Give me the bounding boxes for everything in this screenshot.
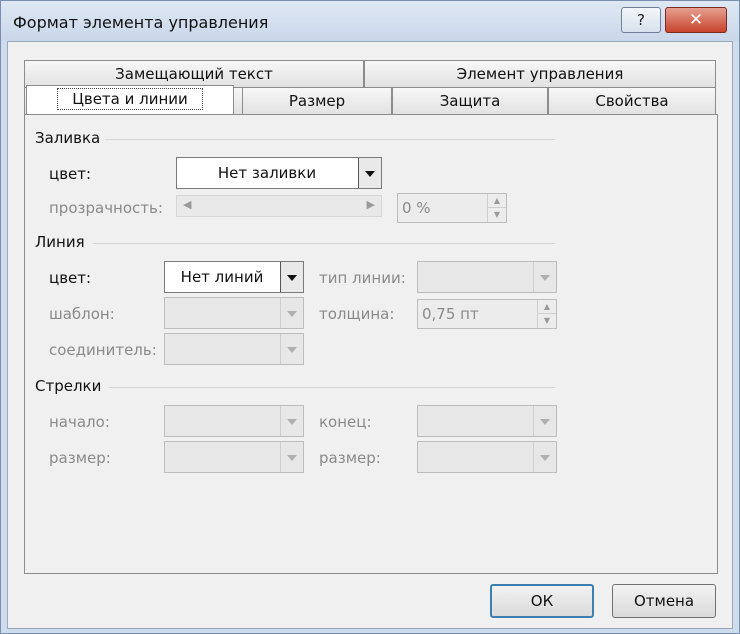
line-heading: Линия (35, 233, 85, 251)
tab-properties[interactable]: Свойства (548, 87, 716, 114)
tab-label: Замещающий текст (115, 65, 273, 83)
title-bar[interactable]: Формат элемента управления ? ✕ (1, 1, 739, 41)
chevron-down-icon[interactable] (280, 298, 303, 328)
arrow-end-size-label: размер: (319, 449, 381, 467)
line-color-dropdown[interactable]: Нет линий (164, 261, 304, 293)
chevron-down-icon[interactable] (533, 406, 556, 436)
transparency-slider[interactable]: ◀ ▶ (176, 195, 382, 217)
fill-color-value: Нет заливки (217, 164, 317, 182)
spin-up-icon[interactable]: ▲ (488, 194, 506, 208)
line-type-dropdown[interactable] (417, 261, 557, 293)
fill-color-label: цвет: (49, 165, 92, 183)
pattern-label: шаблон: (49, 305, 115, 323)
chevron-down-icon[interactable] (280, 334, 303, 364)
line-color-value: Нет линий (180, 268, 264, 286)
arrow-end-label: конец: (319, 413, 372, 431)
chevron-down-icon[interactable] (280, 262, 303, 292)
arrows-heading: Стрелки (35, 377, 102, 395)
spin-down-icon[interactable]: ▼ (488, 208, 506, 222)
cancel-button[interactable]: Отмена (612, 584, 716, 618)
weight-label: толщина: (319, 305, 395, 323)
line-color-label: цвет: (49, 269, 92, 287)
fill-heading: Заливка (35, 129, 101, 147)
tab-label: Защита (439, 92, 501, 110)
tab-size[interactable]: Размер (242, 87, 392, 114)
weight-value: 0,75 пт (422, 305, 479, 323)
spin-up-icon[interactable]: ▲ (538, 300, 556, 314)
format-control-dialog: Формат элемента управления ? ✕ Замещающи… (0, 0, 740, 634)
help-button[interactable]: ? (621, 7, 661, 33)
arrow-begin-size-label: размер: (49, 449, 111, 467)
transparency-label: прозрачность: (49, 199, 163, 217)
ok-button[interactable]: ОК (490, 584, 594, 618)
transparency-value: 0 % (402, 199, 431, 217)
tab-colors-lines[interactable]: Цвета и линии (26, 85, 234, 115)
arrow-begin-label: начало: (49, 413, 110, 431)
tab-control[interactable]: Элемент управления (364, 60, 716, 87)
arrow-begin-dropdown[interactable] (164, 405, 304, 437)
slider-right-arrow-icon[interactable]: ▶ (367, 198, 375, 211)
chevron-down-icon[interactable] (280, 442, 303, 472)
colors-lines-panel: Заливка цвет: Нет заливки прозрачность: … (24, 114, 718, 574)
transparency-spinner[interactable]: 0 % ▲ ▼ (397, 193, 507, 223)
fill-color-dropdown[interactable]: Нет заливки (176, 157, 382, 189)
arrows-separator (109, 387, 555, 388)
tab-label: Свойства (595, 92, 669, 110)
spin-down-icon[interactable]: ▼ (538, 314, 556, 328)
chevron-down-icon[interactable] (533, 442, 556, 472)
dialog-title: Формат элемента управления (13, 13, 269, 32)
line-type-label: тип линии: (319, 269, 406, 287)
connector-dropdown[interactable] (164, 333, 304, 365)
arrow-end-dropdown[interactable] (417, 405, 557, 437)
pattern-dropdown[interactable] (164, 297, 304, 329)
tab-alt-text[interactable]: Замещающий текст (24, 60, 364, 87)
spinner-controls[interactable]: ▲ ▼ (537, 300, 556, 328)
close-button[interactable]: ✕ (665, 7, 727, 33)
fill-separator (105, 139, 555, 140)
chevron-down-icon[interactable] (358, 158, 381, 188)
connector-label: соединитель: (49, 341, 157, 359)
tab-label: Элемент управления (456, 65, 624, 83)
slider-left-arrow-icon[interactable]: ◀ (183, 198, 191, 211)
spinner-controls[interactable]: ▲ ▼ (487, 194, 506, 222)
tab-protection[interactable]: Защита (392, 87, 548, 114)
line-separator (93, 243, 555, 244)
chevron-down-icon[interactable] (533, 262, 556, 292)
chevron-down-icon[interactable] (280, 406, 303, 436)
tab-label: Размер (288, 92, 346, 110)
weight-spinner[interactable]: 0,75 пт ▲ ▼ (417, 299, 557, 329)
arrow-end-size-dropdown[interactable] (417, 441, 557, 473)
tab-label: Цвета и линии (57, 88, 203, 110)
dialog-client-area: Замещающий текст Элемент управления Цвет… (7, 41, 733, 629)
arrow-begin-size-dropdown[interactable] (164, 441, 304, 473)
